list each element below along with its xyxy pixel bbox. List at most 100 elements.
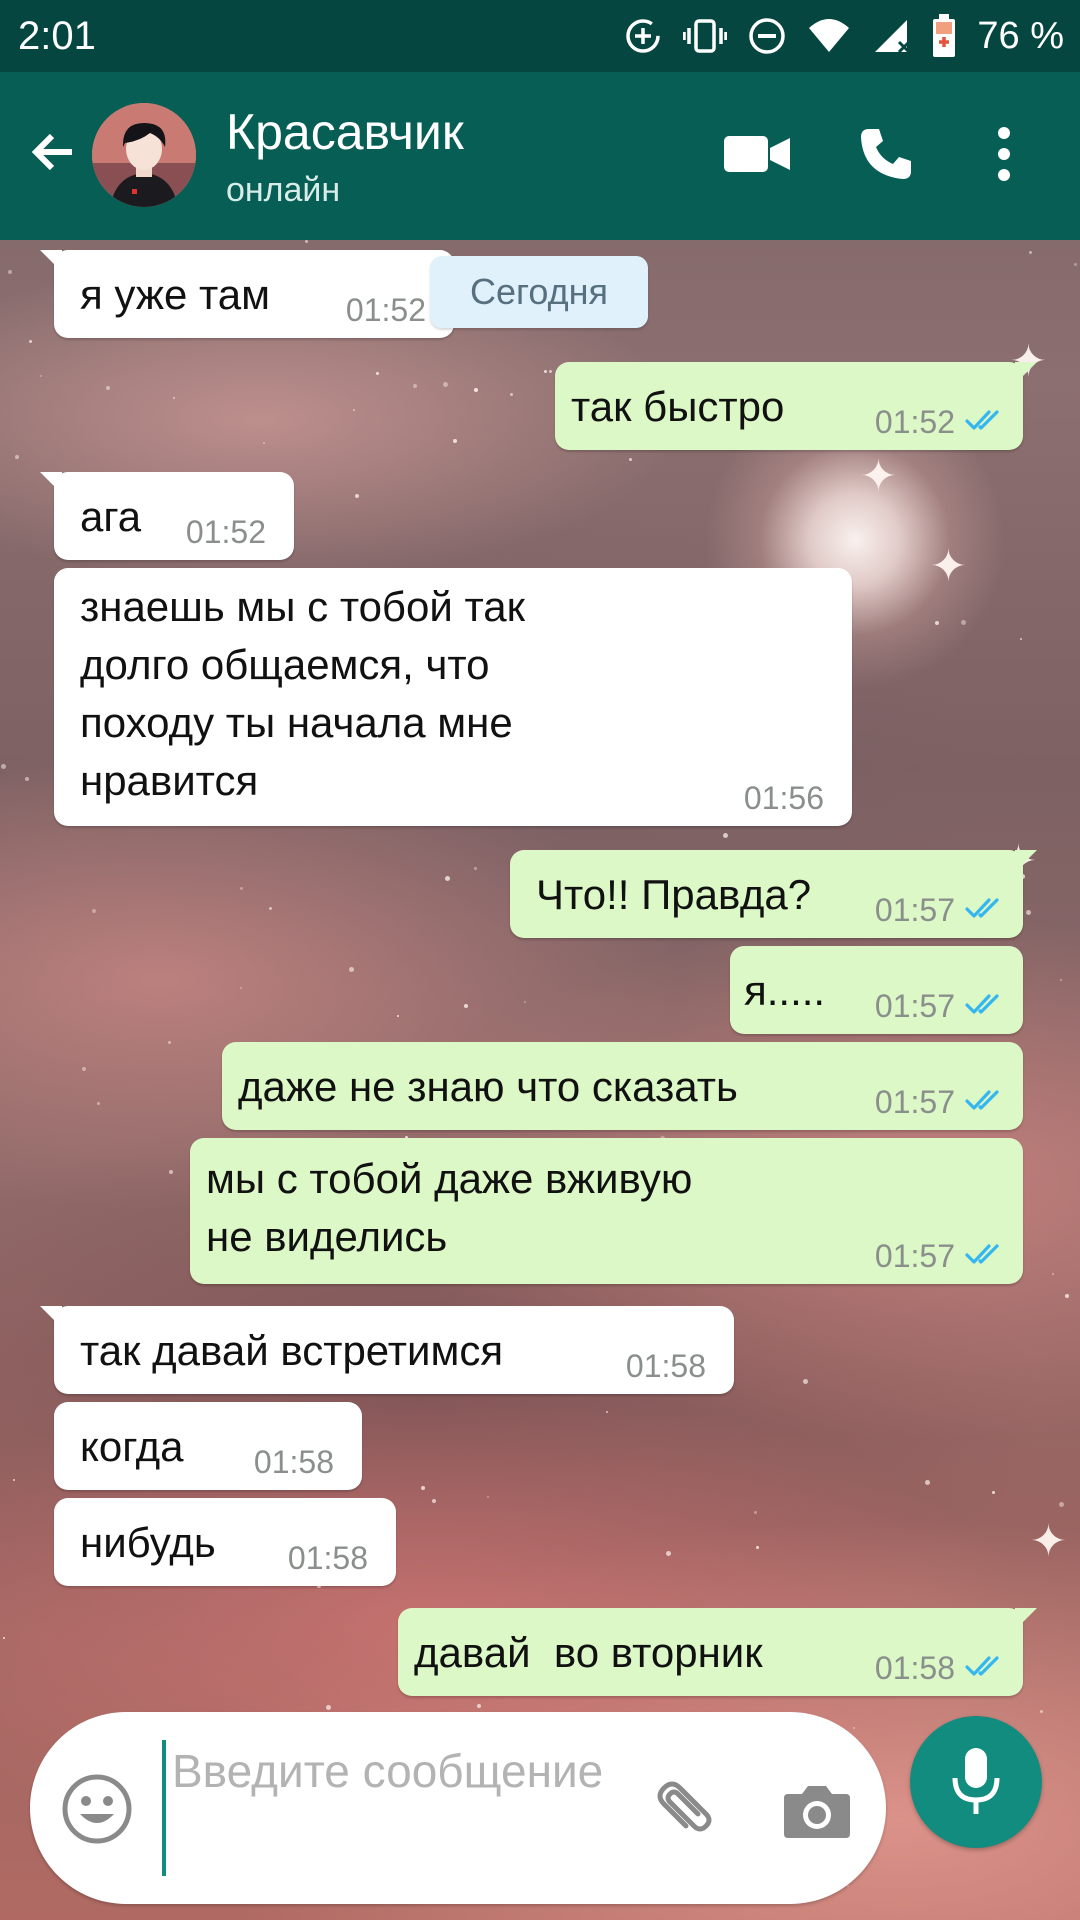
- wallpaper-star: [606, 1411, 608, 1413]
- message-meta: 01:58: [288, 1538, 368, 1578]
- message-meta: 01:52: [346, 290, 426, 330]
- date-chip: Сегодня: [430, 256, 648, 328]
- message-outgoing[interactable]: так быстро 01:52: [555, 362, 1037, 450]
- chat-header: Красавчик онлайн: [0, 72, 1080, 240]
- status-icons: 76 %: [623, 10, 1064, 62]
- battery-percentage: 76 %: [977, 15, 1064, 57]
- wallpaper-star: [487, 1496, 489, 1498]
- message-text: Что!! Правда?: [536, 871, 812, 918]
- do-not-disturb-icon: [747, 16, 787, 56]
- read-receipt-icon: [965, 1648, 1005, 1688]
- vibrate-icon: [683, 16, 728, 56]
- message-incoming[interactable]: нибудь 01:58: [54, 1498, 396, 1586]
- phone-icon: [861, 129, 911, 179]
- wallpaper-star: [1065, 1294, 1069, 1298]
- wallpaper-star: [432, 1499, 436, 1503]
- message-meta: 01:57: [875, 1236, 1005, 1276]
- message-incoming[interactable]: я уже там 01:52: [40, 250, 454, 338]
- read-receipt-icon: [965, 1082, 1005, 1122]
- voice-call-button[interactable]: [848, 116, 924, 192]
- wallpaper-star: [263, 442, 265, 444]
- wallpaper-star: [524, 1001, 526, 1003]
- bubble-tail: [40, 250, 62, 272]
- wallpaper-star: [355, 494, 359, 498]
- wallpaper-star: [754, 1511, 757, 1514]
- message-incoming[interactable]: ага 01:52: [40, 472, 294, 560]
- camera-icon: [784, 1786, 850, 1838]
- message-outgoing[interactable]: даже не знаю что сказать 01:57: [222, 1042, 1023, 1130]
- read-receipt-icon: [965, 1236, 1005, 1276]
- wallpaper-star: [413, 384, 417, 388]
- message-time: 01:56: [743, 780, 824, 816]
- read-receipt-icon: [965, 890, 1005, 930]
- wallpaper-star: [549, 370, 552, 373]
- wallpaper-star: [40, 375, 42, 377]
- wallpaper-star: [723, 833, 728, 838]
- emoji-button[interactable]: [60, 1772, 134, 1846]
- wifi-icon: [807, 16, 851, 56]
- message-outgoing[interactable]: мы с тобой даже вживую не виделись 01:57: [190, 1138, 1023, 1284]
- message-time: 01:58: [287, 1540, 368, 1576]
- camera-button[interactable]: [780, 1774, 854, 1848]
- message-outgoing[interactable]: Что!! Правда? 01:57: [510, 850, 1037, 938]
- message-incoming[interactable]: знаешь мы с тобой так долго общаемся, чт…: [54, 568, 852, 826]
- wallpaper-star: [510, 393, 513, 396]
- more-options-button[interactable]: [966, 116, 1042, 192]
- message-meta: 01:58: [875, 1648, 1005, 1688]
- message-time: 01:58: [625, 1348, 706, 1384]
- wallpaper-star: [847, 1885, 849, 1887]
- wallpaper-star: [853, 1727, 855, 1729]
- bubble-tail: [40, 1306, 62, 1328]
- wallpaper-star: [1029, 251, 1032, 254]
- message-text: я уже там: [80, 271, 271, 318]
- wallpaper-star: [1074, 263, 1077, 266]
- message-incoming[interactable]: так давай встретимся 01:58: [40, 1306, 734, 1394]
- wallpaper-star: [173, 397, 175, 399]
- video-call-button[interactable]: [720, 116, 796, 192]
- message-text: давай во вторник: [414, 1629, 763, 1676]
- wallpaper-star: [29, 340, 32, 343]
- contact-avatar-image: [92, 103, 196, 207]
- message-outgoing[interactable]: давай во вторник 01:58: [398, 1608, 1037, 1696]
- wallpaper-star: [376, 372, 379, 375]
- message-text: ага: [80, 493, 142, 540]
- wallpaper-star: [961, 620, 966, 625]
- message-text: так давай встретимся: [80, 1327, 504, 1374]
- contact-name[interactable]: Красавчик: [226, 102, 464, 162]
- message-time: 01:57: [874, 1084, 955, 1120]
- wallpaper-star: [168, 1041, 171, 1044]
- wallpaper-star: [935, 621, 939, 625]
- wallpaper-star: [756, 1546, 759, 1549]
- wallpaper-star: [240, 887, 243, 890]
- wallpaper-star: [443, 382, 448, 387]
- bubble-tail: [1015, 1608, 1037, 1630]
- wallpaper-star: [1020, 638, 1022, 640]
- message-text: когда: [80, 1423, 184, 1470]
- wallpaper-star: [82, 1067, 86, 1071]
- wallpaper-star: [353, 409, 355, 411]
- message-meta: 01:57: [875, 986, 1005, 1026]
- battery-charging-icon: [931, 14, 957, 58]
- avatar[interactable]: [92, 103, 196, 207]
- wallpaper-star: [629, 458, 632, 461]
- back-button[interactable]: [24, 122, 84, 182]
- wallpaper-star: [106, 386, 110, 390]
- contact-status: онлайн: [226, 171, 341, 209]
- attach-button[interactable]: [642, 1774, 716, 1848]
- message-outgoing[interactable]: я..... 01:57: [730, 946, 1023, 1034]
- bubble-tail: [1015, 850, 1037, 872]
- message-meta: 01:57: [875, 1082, 1005, 1122]
- attach-icon: [657, 1781, 712, 1832]
- wallpaper-star: [474, 867, 477, 870]
- message-input[interactable]: [162, 1740, 652, 1876]
- wallpaper-star: [269, 907, 272, 910]
- wallpaper-star: [15, 455, 19, 459]
- wallpaper-star: [25, 777, 29, 781]
- message-text: знаешь мы с тобой так долго общаемся, чт…: [80, 583, 525, 804]
- wallpaper-star: [97, 1102, 100, 1105]
- voice-message-button[interactable]: [910, 1716, 1042, 1848]
- message-incoming[interactable]: когда 01:58: [54, 1402, 362, 1490]
- wallpaper-star: [3, 1637, 5, 1639]
- message-text: так быстро: [571, 383, 785, 430]
- wallpaper-star: [169, 1170, 173, 1174]
